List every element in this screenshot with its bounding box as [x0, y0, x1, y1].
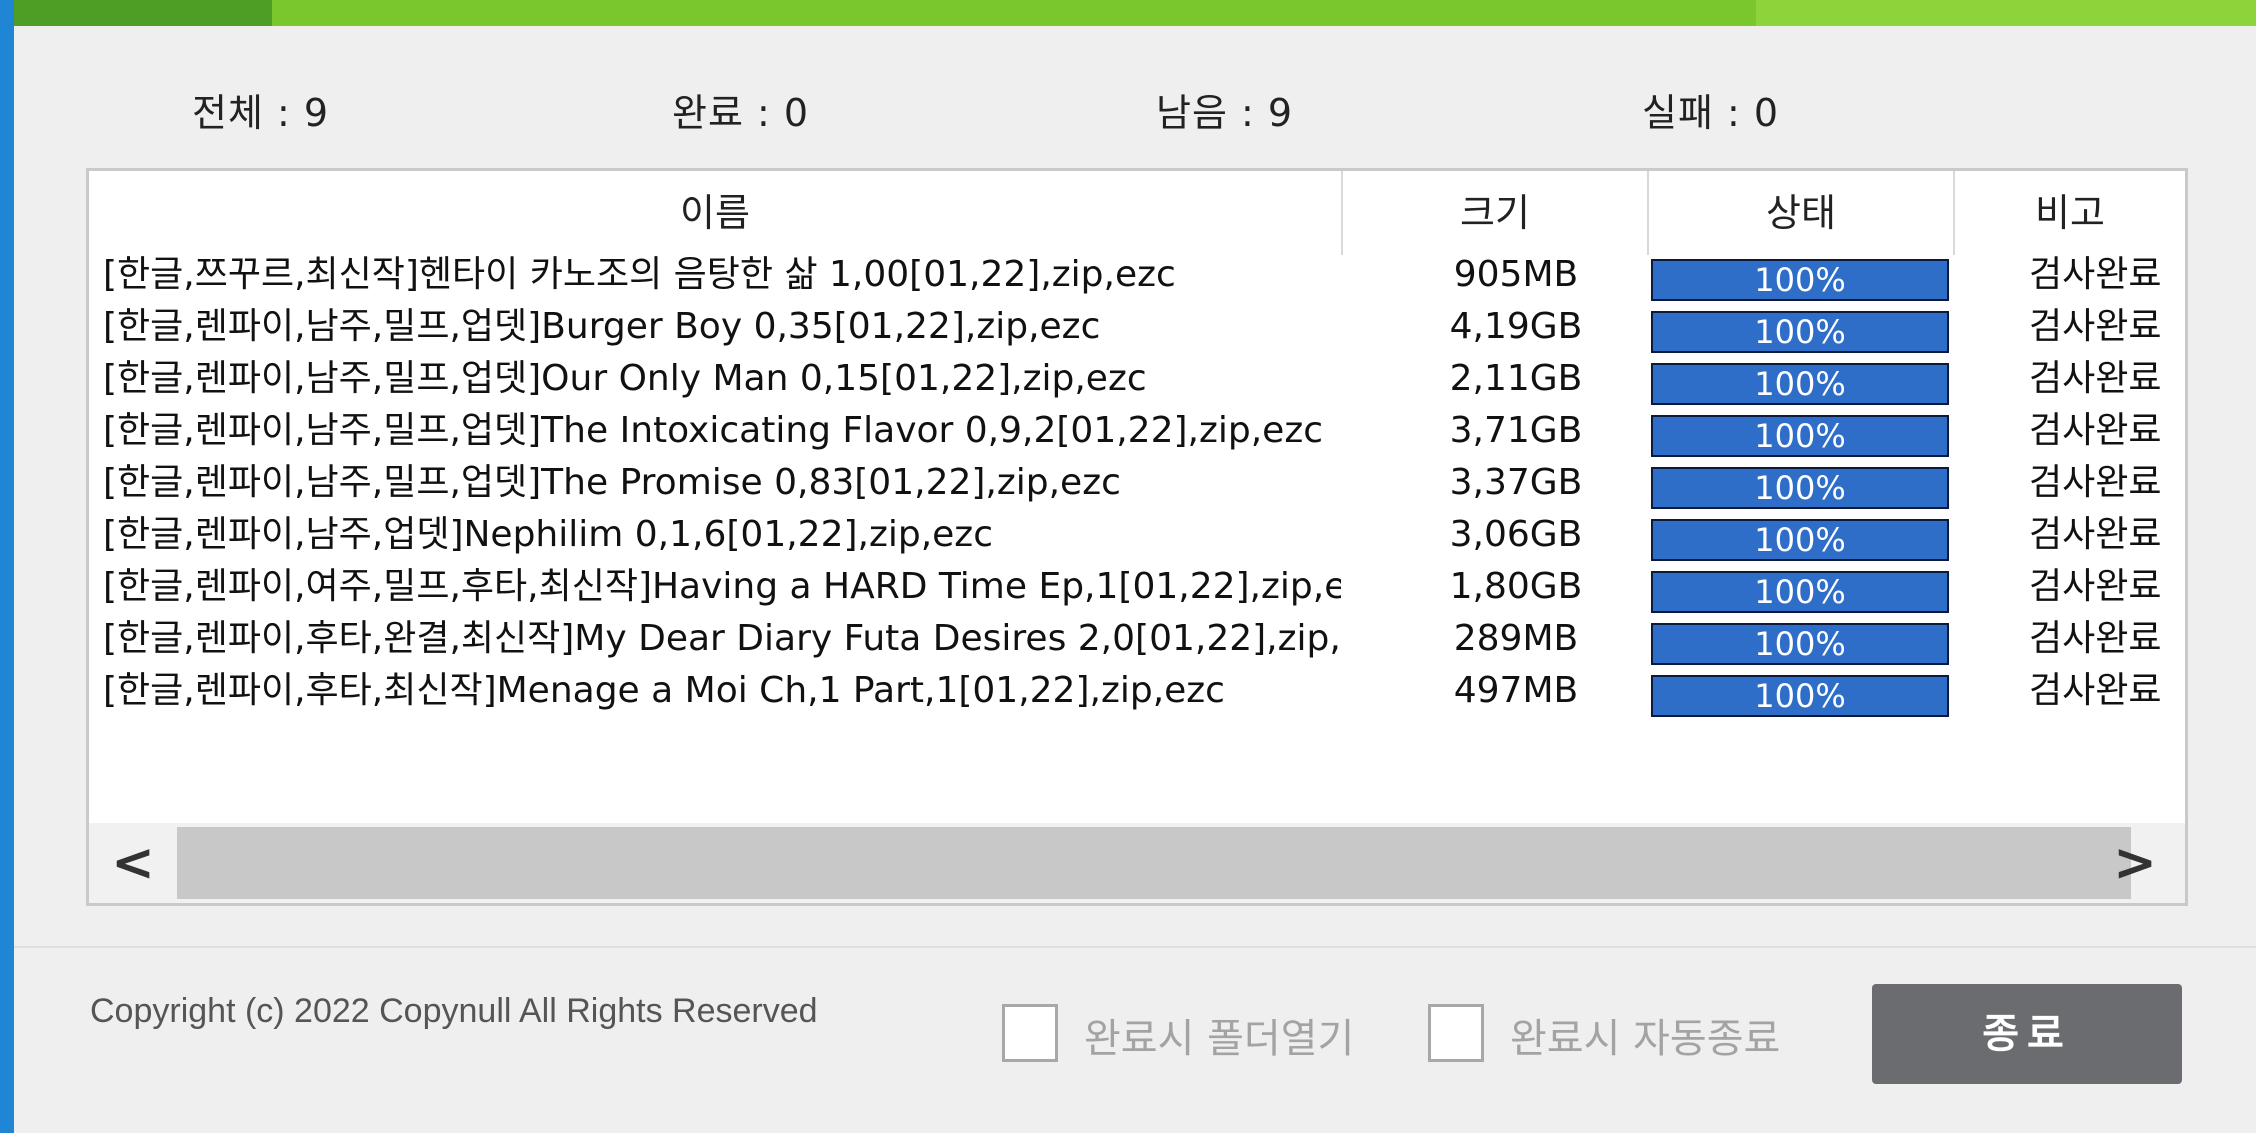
status-progress-bar: 100%: [1651, 311, 1949, 353]
file-size: 3,71GB: [1449, 410, 1583, 451]
status-progress-bar: 100%: [1651, 623, 1949, 665]
file-size: 3,06GB: [1449, 514, 1583, 555]
column-header-status[interactable]: 상태: [1649, 171, 1953, 255]
file-name: [한글,렌파이,남주,밀프,업뎃]The Intoxicating Flavor…: [103, 410, 1324, 451]
table-row[interactable]: [한글,렌파이,남주,밀프,업뎃]The Promise 0,83[01,22]…: [89, 457, 2185, 509]
column-header-name[interactable]: 이름: [89, 171, 1341, 255]
file-size: 289MB: [1453, 618, 1579, 659]
stats-bar: 전체 : 9 완료 : 0 남음 : 9 실패 : 0: [14, 82, 2256, 142]
footer-divider: [14, 946, 2256, 948]
column-header-size[interactable]: 크기: [1343, 171, 1647, 255]
table-row[interactable]: [한글,렌파이,여주,밀프,후타,최신작]Having a HARD Time …: [89, 561, 2185, 613]
stat-failed: 실패 : 0: [1642, 91, 1780, 135]
file-note: 검사완료: [2029, 358, 2162, 399]
status-progress-bar: 100%: [1651, 467, 1949, 509]
file-name: [한글,렌파이,남주,밀프,업뎃]Burger Boy 0,35[01,22],…: [103, 306, 1101, 347]
table-row[interactable]: [한글,렌파이,남주,밀프,업뎃]The Intoxicating Flavor…: [89, 405, 2185, 457]
file-size: 905MB: [1453, 254, 1579, 295]
status-progress-bar: 100%: [1651, 363, 1949, 405]
auto-exit-checkbox[interactable]: [1428, 1004, 1484, 1062]
auto-exit-label[interactable]: 완료시 자동종료: [1510, 1006, 1780, 1064]
open-folder-checkbox[interactable]: [1002, 1004, 1058, 1062]
file-name: [한글,렌파이,남주,업뎃]Nephilim 0,1,6[01,22],zip,…: [103, 514, 993, 555]
file-note: 검사완료: [2029, 566, 2162, 607]
table-row[interactable]: [한글,렌파이,남주,밀프,업뎃]Burger Boy 0,35[01,22],…: [89, 301, 2185, 353]
status-progress-bar: 100%: [1651, 259, 1949, 301]
scroll-right-icon[interactable]: >: [2085, 823, 2185, 903]
file-list[interactable]: 이름 크기 상태 비고 [한글,쯔꾸르,최신작]헨타이 카노조의 음탕한 삶 1…: [86, 168, 2188, 906]
file-note: 검사완료: [2029, 254, 2162, 295]
stat-total: 전체 : 9: [192, 91, 330, 135]
file-size: 3,37GB: [1449, 462, 1583, 503]
file-name: [한글,렌파이,여주,밀프,후타,최신작]Having a HARD Time …: [103, 566, 1341, 607]
file-name: [한글,쯔꾸르,최신작]헨타이 카노조의 음탕한 삶 1,00[01,22],z…: [103, 254, 1176, 295]
downloader-window: 전체 : 9 완료 : 0 남음 : 9 실패 : 0 이름 크기 상태 비고 …: [14, 0, 2256, 1133]
file-name: [한글,렌파이,후타,최신작]Menage a Moi Ch,1 Part,1[…: [103, 670, 1225, 711]
status-progress-bar: 100%: [1651, 519, 1949, 561]
column-header-note[interactable]: 비고: [1955, 171, 2185, 255]
close-button[interactable]: 종료: [1872, 984, 2182, 1084]
status-progress-bar: 100%: [1651, 571, 1949, 613]
file-size: 2,11GB: [1449, 358, 1583, 399]
file-note: 검사완료: [2029, 462, 2162, 503]
overall-progress-bar: [14, 0, 2256, 26]
status-progress-bar: 100%: [1651, 675, 1949, 717]
stat-remaining: 남음 : 9: [1156, 91, 1294, 135]
table-row[interactable]: [한글,렌파이,남주,밀프,업뎃]Our Only Man 0,15[01,22…: [89, 353, 2185, 405]
file-name: [한글,렌파이,후타,완결,최신작]My Dear Diary Futa Des…: [103, 618, 1341, 659]
status-progress-bar: 100%: [1651, 415, 1949, 457]
file-note: 검사완료: [2029, 410, 2162, 451]
overall-progress-highlight: [1756, 0, 2256, 26]
table-row[interactable]: [한글,렌파이,남주,업뎃]Nephilim 0,1,6[01,22],zip,…: [89, 509, 2185, 561]
scrollbar-thumb[interactable]: [177, 827, 2131, 899]
file-name: [한글,렌파이,남주,밀프,업뎃]Our Only Man 0,15[01,22…: [103, 358, 1147, 399]
table-row[interactable]: [한글,렌파이,후타,최신작]Menage a Moi Ch,1 Part,1[…: [89, 665, 2185, 717]
scroll-left-icon[interactable]: <: [89, 823, 177, 903]
overall-progress-fill: [14, 0, 272, 26]
file-size: 4,19GB: [1449, 306, 1583, 347]
stat-done: 완료 : 0: [672, 91, 810, 135]
horizontal-scrollbar[interactable]: < >: [89, 823, 2185, 903]
file-note: 검사완료: [2029, 670, 2162, 711]
file-note: 검사완료: [2029, 306, 2162, 347]
file-name: [한글,렌파이,남주,밀프,업뎃]The Promise 0,83[01,22]…: [103, 462, 1121, 503]
open-folder-label[interactable]: 완료시 폴더열기: [1084, 1006, 1354, 1064]
table-row[interactable]: [한글,렌파이,후타,완결,최신작]My Dear Diary Futa Des…: [89, 613, 2185, 665]
file-size: 1,80GB: [1449, 566, 1583, 607]
file-note: 검사완료: [2029, 618, 2162, 659]
file-size: 497MB: [1453, 670, 1579, 711]
table-row[interactable]: [한글,쯔꾸르,최신작]헨타이 카노조의 음탕한 삶 1,00[01,22],z…: [89, 249, 2185, 301]
file-note: 검사완료: [2029, 514, 2162, 555]
copyright-text: Copyright (c) 2022 Copynull All Rights R…: [90, 992, 818, 1030]
